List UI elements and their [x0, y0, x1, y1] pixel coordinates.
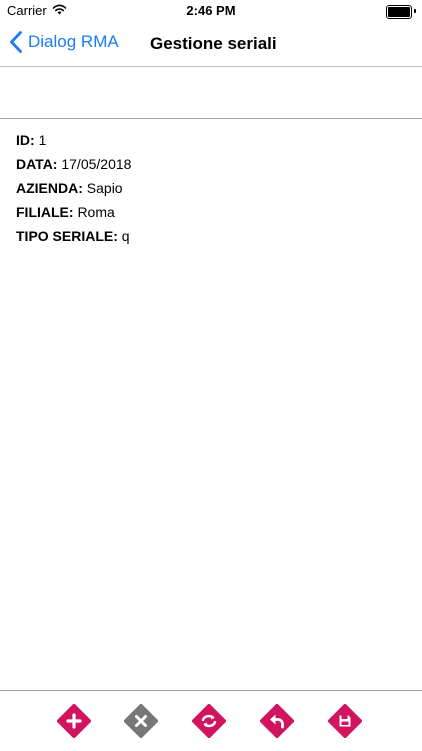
detail-row-filiale: FILIALE: Roma — [16, 200, 131, 224]
detail-key: AZIENDA: — [16, 180, 83, 196]
close-icon — [124, 704, 158, 738]
details-list: ID: 1 DATA: 17/05/2018 AZIENDA: Sapio FI… — [16, 128, 131, 248]
back-button[interactable]: Dialog RMA — [10, 31, 119, 53]
detail-row-data: DATA: 17/05/2018 — [16, 152, 131, 176]
save-button[interactable] — [328, 704, 362, 738]
detail-key: FILIALE: — [16, 204, 74, 220]
detail-row-tipo-seriale: TIPO SERIALE: q — [16, 224, 131, 248]
delete-button[interactable] — [124, 704, 158, 738]
detail-value: Roma — [77, 204, 115, 220]
battery-tip — [414, 9, 416, 13]
detail-key: DATA: — [16, 156, 58, 172]
refresh-button[interactable] — [192, 704, 226, 738]
detail-value: 1 — [38, 132, 47, 148]
refresh-icon — [192, 704, 226, 738]
detail-value: Sapio — [86, 180, 123, 196]
detail-key: TIPO SERIALE: — [16, 228, 118, 244]
battery-icon — [386, 5, 412, 19]
undo-button[interactable] — [260, 704, 294, 738]
undo-icon — [260, 704, 294, 738]
add-button[interactable] — [57, 704, 91, 738]
bottom-toolbar — [0, 690, 422, 751]
save-icon — [328, 704, 362, 738]
detail-row-azienda: AZIENDA: Sapio — [16, 176, 131, 200]
plus-icon — [57, 704, 91, 738]
chevron-left-icon — [10, 31, 22, 53]
page-title: Gestione seriali — [150, 34, 277, 53]
back-button-label: Dialog RMA — [28, 32, 119, 51]
detail-value: q — [121, 228, 130, 244]
detail-key: ID: — [16, 132, 35, 148]
empty-header-row — [0, 67, 422, 119]
clock: 2:46 PM — [186, 3, 236, 18]
detail-row-id: ID: 1 — [16, 128, 131, 152]
detail-value: 17/05/2018 — [61, 156, 132, 172]
status-bar: Carrier 2:46 PM — [0, 0, 422, 22]
navigation-bar: Dialog RMA Gestione seriali — [0, 22, 422, 67]
